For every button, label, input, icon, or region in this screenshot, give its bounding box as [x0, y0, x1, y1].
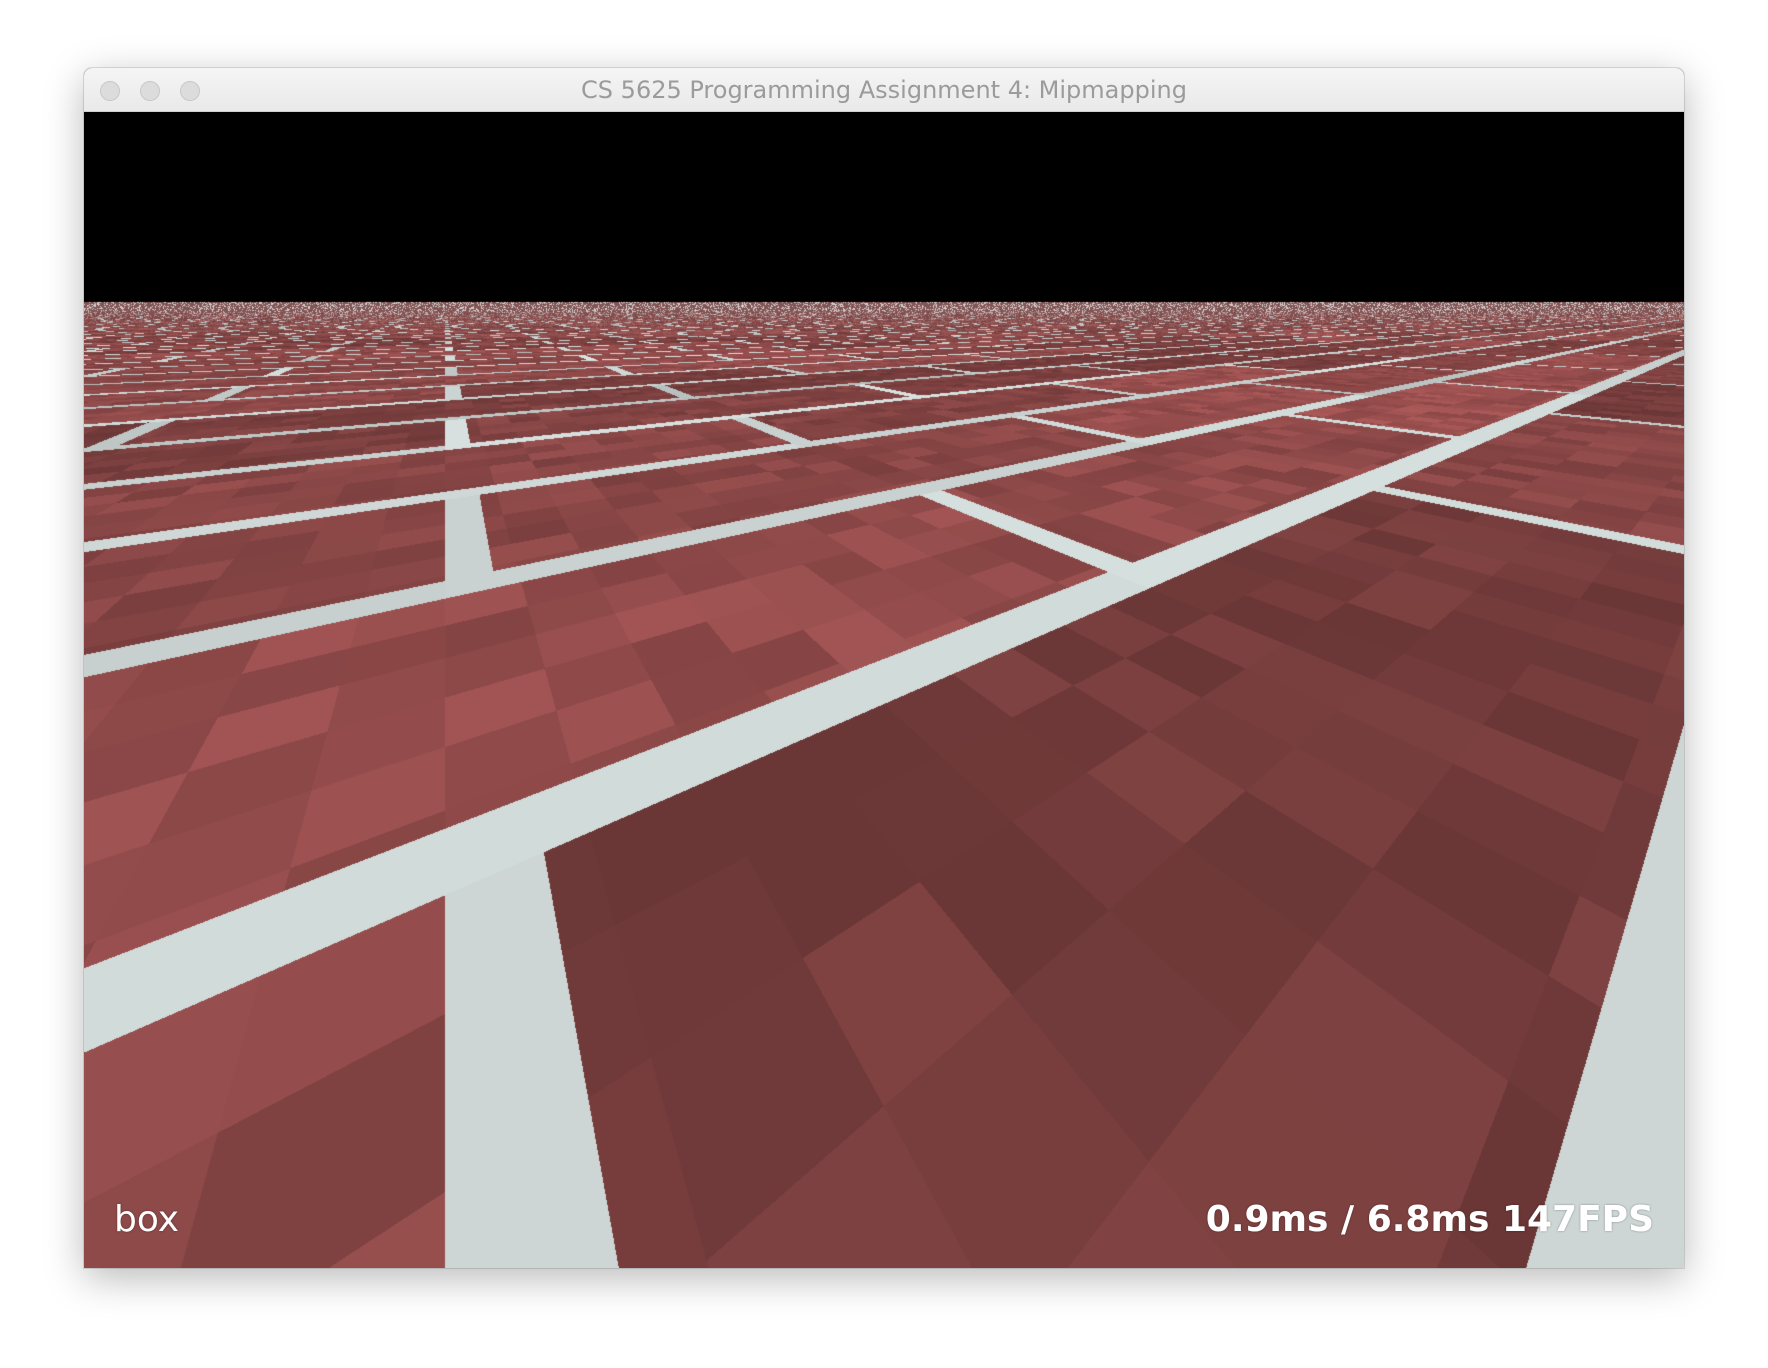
window-title: CS 5625 Programming Assignment 4: Mipmap… — [581, 76, 1187, 104]
brick-floor-scene — [84, 112, 1684, 1268]
title-bar[interactable]: CS 5625 Programming Assignment 4: Mipmap… — [84, 68, 1684, 112]
filter-mode-label: box — [114, 1199, 180, 1240]
frame-timing-label: 0.9ms / 6.8ms 147FPS — [1205, 1199, 1654, 1240]
render-viewport[interactable]: box 0.9ms / 6.8ms 147FPS — [84, 112, 1684, 1268]
app-window: CS 5625 Programming Assignment 4: Mipmap… — [84, 68, 1684, 1268]
